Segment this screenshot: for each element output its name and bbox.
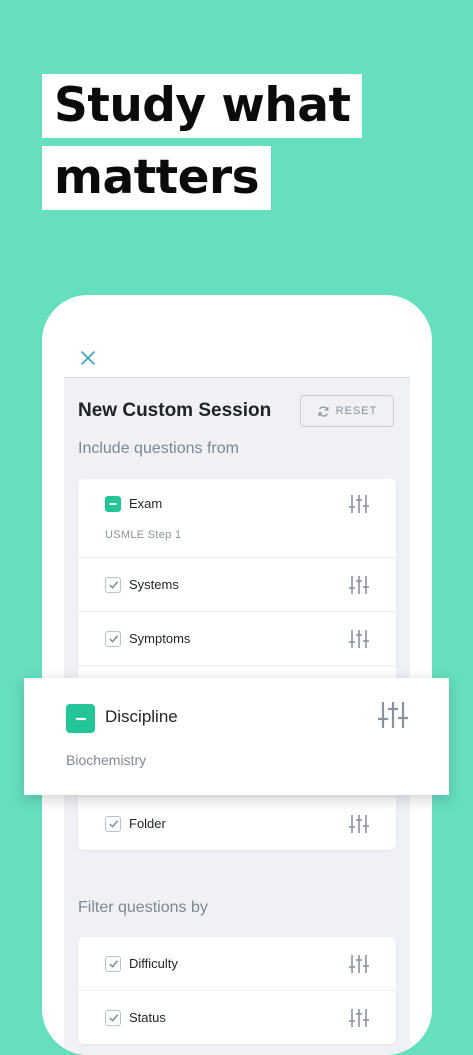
refresh-icon — [318, 405, 329, 417]
row-label: Symptoms — [129, 631, 191, 646]
sliders-icon[interactable] — [377, 701, 409, 729]
sliders-icon[interactable] — [348, 954, 370, 974]
page-title: New Custom Session — [78, 400, 272, 421]
headline-line-2: matters — [42, 146, 272, 210]
checkbox[interactable] — [105, 955, 121, 972]
indeterminate-checkbox[interactable] — [66, 704, 95, 733]
row-label: Difficulty — [129, 956, 178, 971]
indeterminate-checkbox[interactable] — [105, 496, 121, 512]
list-item-status[interactable]: Status — [78, 991, 396, 1044]
popout-label: Discipline — [105, 707, 178, 726]
list-item-symptoms[interactable]: Symptoms — [78, 612, 396, 666]
headline-line-1: Study what — [42, 74, 363, 138]
filter-section-label: Filter questions by — [78, 899, 208, 916]
row-label: Folder — [129, 816, 166, 831]
include-section-label: Include questions from — [78, 440, 239, 457]
phone-frame: New Custom Session RESET Include questio… — [42, 295, 432, 1055]
filter-card: Difficulty Status — [78, 937, 396, 1044]
row-label: Systems — [129, 577, 179, 592]
discipline-popout-card[interactable]: Discipline Biochemistry — [24, 678, 449, 795]
row-sublabel: USMLE Step 1 — [105, 529, 182, 541]
sliders-icon[interactable] — [348, 1008, 370, 1028]
list-item-systems[interactable]: Systems — [78, 558, 396, 612]
sliders-icon[interactable] — [348, 629, 370, 649]
checkbox[interactable] — [105, 815, 121, 832]
reset-label: RESET — [335, 405, 378, 417]
sliders-icon[interactable] — [348, 494, 370, 514]
reset-button[interactable]: RESET — [300, 395, 394, 427]
checkbox[interactable] — [105, 630, 121, 647]
sliders-icon[interactable] — [348, 814, 370, 834]
sliders-icon[interactable] — [348, 575, 370, 595]
popout-sublabel: Biochemistry — [66, 752, 147, 768]
list-item-folder[interactable]: Folder — [78, 797, 396, 850]
list-item-exam[interactable]: Exam USMLE Step 1 — [78, 479, 396, 558]
list-item-difficulty[interactable]: Difficulty — [78, 937, 396, 991]
checkbox[interactable] — [105, 576, 121, 593]
close-icon[interactable] — [79, 349, 97, 367]
row-label: Status — [129, 1010, 166, 1025]
row-label: Exam — [129, 496, 163, 511]
checkbox[interactable] — [105, 1009, 121, 1026]
